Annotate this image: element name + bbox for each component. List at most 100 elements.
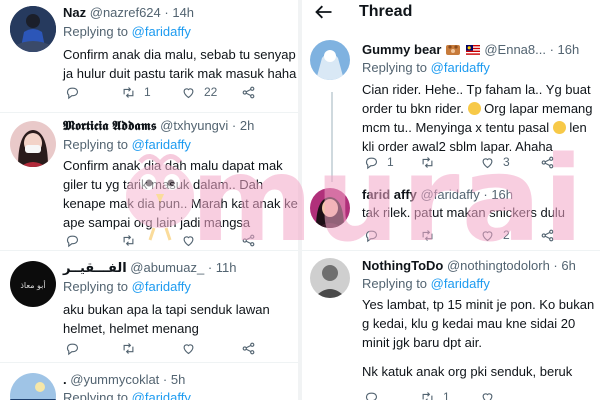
like-count: 3	[503, 155, 510, 169]
tweet-text: Confirm anak dia malu, sebab tu senyap j…	[63, 47, 297, 81]
replying-to: Replying to @faridaffy	[362, 60, 490, 75]
mention-link[interactable]: @faridaffy	[431, 60, 490, 75]
reply-button[interactable]	[65, 338, 80, 358]
timestamp[interactable]: · 5h	[163, 372, 185, 387]
avatar[interactable]	[10, 121, 56, 167]
reply-tweet[interactable]: Naz @nazref624 · 14h Replying to @farida…	[0, 0, 298, 114]
retweet-count: 1	[443, 390, 450, 400]
share-icon	[242, 86, 255, 98]
tweet-text-continued: Nk katuk anak org pki senduk, beruk	[362, 364, 573, 379]
display-name[interactable]: 𝕸𝖔𝖗𝖙𝖎𝖈𝖎𝖆 𝕬𝖉𝖉𝖆𝖒𝖘	[63, 118, 157, 133]
timestamp[interactable]: · 14h	[164, 5, 194, 20]
thread-header: Thread	[302, 0, 600, 26]
reply-count: 1	[387, 155, 394, 169]
user-handle[interactable]: @yummycoklat	[70, 372, 159, 387]
avatar[interactable]	[310, 188, 350, 228]
retweet-button[interactable]	[420, 152, 435, 172]
like-button[interactable]: 22	[181, 82, 217, 102]
tweet-actions: 1	[362, 387, 582, 400]
retweet-button[interactable]: 1	[121, 82, 151, 102]
mention-link[interactable]: @faridaffy	[431, 276, 490, 291]
retweet-button[interactable]	[121, 230, 136, 250]
like-button[interactable]: 3	[480, 152, 510, 172]
comment-icon	[365, 157, 378, 169]
share-icon	[242, 234, 255, 246]
reply-button[interactable]: 1	[364, 152, 394, 172]
comment-icon	[365, 230, 378, 242]
timestamp[interactable]: · 6h	[553, 258, 575, 273]
reply-button[interactable]	[65, 82, 80, 102]
page-title: Thread	[359, 3, 413, 20]
timestamp[interactable]: · 2h	[232, 118, 254, 133]
share-icon	[541, 229, 554, 241]
tweet-header: Naz @nazref624 · 14h	[63, 5, 194, 21]
avatar[interactable]	[310, 40, 350, 80]
retweet-button[interactable]	[420, 225, 435, 245]
tweet-header: . @yummycoklat · 5h	[63, 372, 185, 388]
share-button[interactable]	[540, 152, 555, 172]
user-handle[interactable]: @txhyungvi	[160, 118, 228, 133]
share-button[interactable]	[241, 230, 256, 250]
avatar[interactable]: أبو معاذ	[10, 261, 56, 307]
retweet-button[interactable]	[121, 338, 136, 358]
like-button[interactable]	[181, 338, 196, 358]
thread-tweet[interactable]: Gummy bear @Enna8... · 16h Replying to @…	[302, 36, 600, 176]
comment-icon	[365, 392, 378, 400]
mention-link[interactable]: @faridaffy	[132, 24, 191, 39]
avatar[interactable]	[10, 6, 56, 52]
heart-icon	[482, 230, 493, 241]
timestamp[interactable]: · 16h	[483, 187, 513, 202]
user-handle[interactable]: @Enna8...	[484, 42, 546, 57]
replying-to: Replying to @faridaffy	[63, 137, 191, 152]
display-name[interactable]: الفـــقيــر	[63, 260, 127, 275]
thread-tweet[interactable]: farid affy @faridaffy · 16h tak rilek. p…	[302, 180, 600, 250]
reply-tweet[interactable]: 𝕸𝖔𝖗𝖙𝖎𝖈𝖎𝖆 𝕬𝖉𝖉𝖆𝖒𝖘 @txhyungvi · 2h Replying…	[0, 113, 298, 253]
share-button[interactable]	[540, 225, 555, 245]
avatar[interactable]	[10, 373, 56, 400]
comment-icon	[66, 343, 79, 355]
thread-tweet[interactable]: NothingToDo @nothingtodolorh · 6h Replyi…	[302, 252, 600, 400]
retweet-button[interactable]: 1	[420, 387, 450, 400]
display-name[interactable]: .	[63, 372, 67, 387]
share-icon	[242, 342, 255, 354]
user-handle[interactable]: @nothingtodolorh	[447, 258, 550, 273]
share-button[interactable]	[241, 338, 256, 358]
like-button[interactable]	[181, 230, 196, 250]
like-button[interactable]	[480, 387, 495, 400]
reply-button[interactable]	[364, 225, 379, 245]
mention-link[interactable]: @faridaffy	[132, 390, 191, 400]
display-name[interactable]: Naz	[63, 5, 86, 20]
reply-button[interactable]	[65, 230, 80, 250]
tweet-header: الفـــقيــر @abumuaz_ · 11h	[63, 260, 237, 276]
avatar[interactable]	[310, 258, 350, 298]
display-name[interactable]: Gummy bear	[362, 42, 441, 57]
share-button[interactable]	[241, 82, 256, 102]
user-handle[interactable]: @abumuaz_	[130, 260, 204, 275]
reply-button[interactable]	[364, 387, 379, 400]
mention-link[interactable]: @faridaffy	[132, 279, 191, 294]
mention-link[interactable]: @faridaffy	[132, 137, 191, 152]
replying-to: Replying to @faridaffy	[63, 24, 191, 39]
reply-tweet[interactable]: أبو معاذ الفـــقيــر @abumuaz_ · 11h Rep…	[0, 251, 298, 363]
retweet-icon	[422, 229, 433, 241]
like-button[interactable]: 2	[480, 225, 510, 245]
display-name[interactable]: NothingToDo	[362, 258, 443, 273]
reply-tweet[interactable]: . @yummycoklat · 5h Replying to @faridaf…	[0, 363, 298, 400]
timestamp[interactable]: · 16h	[550, 42, 580, 57]
tweet-header: NothingToDo @nothingtodolorh · 6h	[362, 258, 576, 274]
user-handle[interactable]: @nazref624	[90, 5, 161, 20]
thread-panel: Thread Gummy bear @Enna8... · 16h Replyi…	[302, 0, 600, 400]
comment-icon	[66, 235, 79, 247]
left-replies-panel: Naz @nazref624 · 14h Replying to @farida…	[0, 0, 298, 400]
share-icon	[541, 156, 554, 168]
heart-icon	[183, 87, 194, 98]
tweet-actions	[63, 338, 283, 358]
display-name[interactable]: farid affy	[362, 187, 417, 202]
laughing-emoji-icon	[552, 121, 566, 134]
heart-icon	[183, 343, 194, 354]
retweet-icon	[422, 391, 433, 400]
user-handle[interactable]: @faridaffy	[421, 187, 480, 202]
svg-text:أبو معاذ: أبو معاذ	[20, 280, 45, 290]
back-arrow-icon[interactable]	[314, 3, 334, 21]
timestamp[interactable]: · 11h	[208, 260, 237, 275]
